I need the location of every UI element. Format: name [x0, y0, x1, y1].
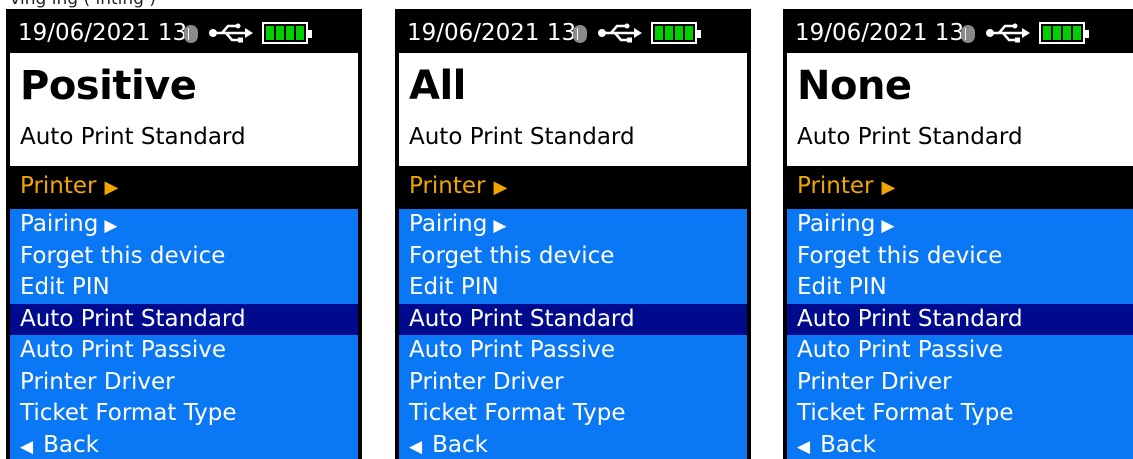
value-panel: None Auto Print Standard: [787, 53, 1133, 166]
right-triangle-icon: ▶: [493, 177, 508, 198]
right-triangle-icon: ▶: [104, 216, 118, 236]
menu-item-edit-pin[interactable]: Edit PIN: [10, 272, 358, 304]
device-screen-positive: 19/06/2021 13: Positive Auto Print Stand…: [6, 9, 362, 459]
right-triangle-icon: ▶: [881, 216, 895, 236]
menu-item-back[interactable]: ◀ Back: [787, 430, 1133, 459]
menu-item-ticket-format-type[interactable]: Ticket Format Type: [399, 398, 747, 430]
menu-item-printer-driver[interactable]: Printer Driver: [787, 367, 1133, 399]
menu-item-forget-device[interactable]: Forget this device: [399, 241, 747, 273]
status-bar: 19/06/2021 13:: [787, 13, 1133, 53]
menu-item-label: Auto Print Passive: [20, 337, 226, 363]
menu-item-label: Auto Print Standard: [20, 305, 246, 332]
menu-item-label: Auto Print Standard: [409, 305, 635, 332]
battery-icon: [262, 22, 312, 44]
status-clock: 19/06/2021 13:: [407, 20, 584, 46]
menu-item-auto-print-passive[interactable]: Auto Print Passive: [399, 335, 747, 367]
menu-item-ticket-format-type[interactable]: Ticket Format Type: [787, 398, 1133, 430]
menu-item-forget-device[interactable]: Forget this device: [787, 241, 1133, 273]
menu-item-auto-print-standard[interactable]: Auto Print Standard: [399, 303, 747, 335]
caption-fragment: ving ing ( inting ): [10, 0, 156, 9]
status-bar: 19/06/2021 13:: [10, 13, 358, 53]
menu-item-label: Forget this device: [20, 242, 226, 269]
menu-header-printer[interactable]: Printer ▶: [787, 169, 1133, 204]
right-triangle-icon: ▶: [493, 216, 507, 236]
menu-item-label: Printer Driver: [20, 368, 175, 395]
status-bar: 19/06/2021 13:: [399, 13, 747, 53]
setting-name: Auto Print Standard: [797, 124, 1023, 150]
bluetooth-icon: [573, 25, 587, 43]
menu-item-back[interactable]: ◀ Back: [399, 430, 747, 459]
menu-item-label: Pairing: [409, 211, 488, 237]
bluetooth-icon: [961, 25, 975, 43]
left-triangle-icon: ◀: [797, 436, 811, 457]
current-value: None: [797, 63, 912, 109]
menu-item-label: Ticket Format Type: [797, 400, 1014, 426]
menu-item-auto-print-passive[interactable]: Auto Print Passive: [787, 335, 1133, 367]
menu-item-pairing[interactable]: Pairing ▶: [787, 209, 1133, 241]
menu-item-forget-device[interactable]: Forget this device: [10, 241, 358, 273]
status-clock: 19/06/2021 13:: [18, 20, 195, 46]
menu-item-auto-print-standard[interactable]: Auto Print Standard: [10, 303, 358, 335]
bluetooth-icon: [184, 25, 198, 43]
menu-list: Pairing ▶ Forget this device Edit PIN Aut…: [787, 209, 1133, 459]
battery-icon: [651, 22, 701, 44]
current-value: Positive: [20, 63, 197, 109]
menu-item-back[interactable]: ◀ Back: [10, 430, 358, 459]
menu-item-label: Edit PIN: [797, 274, 887, 300]
menu-item-pairing[interactable]: Pairing ▶: [10, 209, 358, 241]
menu-item-label: Edit PIN: [409, 274, 499, 300]
battery-icon: [1039, 22, 1089, 44]
value-panel: All Auto Print Standard: [399, 53, 747, 166]
menu-item-printer-driver[interactable]: Printer Driver: [399, 367, 747, 399]
menu-item-label: Ticket Format Type: [409, 400, 626, 426]
menu-item-label: Forget this device: [409, 242, 615, 269]
menu-item-label: Auto Print Standard: [797, 305, 1023, 332]
menu-item-printer-driver[interactable]: Printer Driver: [10, 367, 358, 399]
device-screen-all: 19/06/2021 13: All Auto Print Standard P…: [395, 9, 751, 459]
setting-name: Auto Print Standard: [20, 124, 246, 150]
menu-item-label: Printer Driver: [409, 368, 564, 395]
current-value: All: [409, 63, 466, 109]
menu-item-label: Printer Driver: [797, 368, 952, 395]
menu-item-label: Auto Print Passive: [797, 337, 1003, 363]
menu-header-label: Printer: [20, 173, 97, 199]
menu-item-label: Back: [820, 431, 876, 458]
menu-list: Pairing ▶ Forget this device Edit PIN Aut…: [10, 209, 358, 459]
usb-icon: [986, 23, 1030, 43]
menu-item-label: Pairing: [20, 211, 99, 237]
menu-header-label: Printer: [409, 173, 486, 199]
menu-item-auto-print-standard[interactable]: Auto Print Standard: [787, 303, 1133, 335]
usb-icon: [209, 23, 253, 43]
menu-header-printer[interactable]: Printer ▶: [10, 169, 358, 204]
menu-item-label: Ticket Format Type: [20, 400, 237, 426]
device-screen-none: 19/06/2021 13: None Auto Print Standard …: [783, 9, 1133, 459]
menu-item-label: Auto Print Passive: [409, 337, 615, 363]
menu-item-label: Forget this device: [797, 242, 1003, 269]
menu-item-edit-pin[interactable]: Edit PIN: [787, 272, 1133, 304]
left-triangle-icon: ◀: [20, 436, 34, 457]
menu-item-label: Pairing: [797, 211, 876, 237]
left-triangle-icon: ◀: [409, 436, 423, 457]
right-triangle-icon: ▶: [881, 177, 896, 198]
value-panel: Positive Auto Print Standard: [10, 53, 358, 166]
menu-item-label: Back: [432, 431, 488, 458]
menu-header-printer[interactable]: Printer ▶: [399, 169, 747, 204]
menu-item-edit-pin[interactable]: Edit PIN: [399, 272, 747, 304]
status-clock: 19/06/2021 13:: [795, 20, 972, 46]
right-triangle-icon: ▶: [104, 177, 119, 198]
usb-icon: [598, 23, 642, 43]
menu-item-ticket-format-type[interactable]: Ticket Format Type: [10, 398, 358, 430]
menu-item-label: Back: [43, 431, 99, 458]
setting-name: Auto Print Standard: [409, 124, 635, 150]
menu-item-label: Edit PIN: [20, 274, 110, 300]
menu-list: Pairing ▶ Forget this device Edit PIN Aut…: [399, 209, 747, 459]
menu-header-label: Printer: [797, 173, 874, 199]
menu-item-pairing[interactable]: Pairing ▶: [399, 209, 747, 241]
menu-item-auto-print-passive[interactable]: Auto Print Passive: [10, 335, 358, 367]
